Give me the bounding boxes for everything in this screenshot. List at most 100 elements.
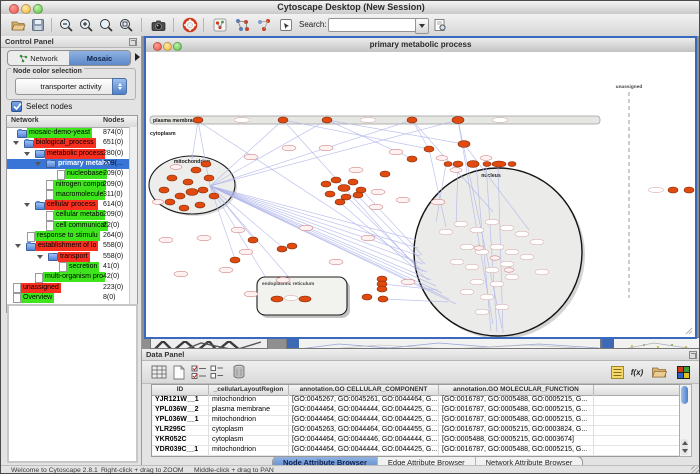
cell-molecular-function[interactable]: [GO:0016787, GO:0005488, GO:0005215, G..…: [439, 415, 594, 425]
tab-overflow-arrow-icon[interactable]: [135, 53, 140, 61]
delete-attribute-icon[interactable]: [230, 363, 248, 381]
zoom-out-icon[interactable]: [57, 16, 75, 34]
tree-row[interactable]: transport 558(0): [7, 252, 137, 262]
new-attribute-icon[interactable]: [170, 363, 188, 381]
attribute-matrix-icon[interactable]: [674, 363, 692, 381]
cell-id[interactable]: YKR052C: [152, 435, 209, 445]
column-header[interactable]: [594, 385, 679, 395]
cell-molecular-function[interactable]: [GO:0016787, GO:0005215, GO:0003824, G..…: [439, 425, 594, 435]
cell-region[interactable]: plasma membrane: [209, 405, 289, 415]
cell-molecular-function[interactable]: [GO:0016787, GO:0005488, GO:0005215, G..…: [439, 445, 594, 455]
tree-row[interactable]: multi-organism pro 42(0): [7, 272, 137, 282]
float-panel-icon[interactable]: [129, 38, 137, 46]
tree-row[interactable]: cellular process 614(0): [7, 200, 137, 210]
tree-col-network[interactable]: Network: [11, 117, 39, 124]
tree-row[interactable]: response to stimulu 264(0): [7, 231, 137, 241]
cell-id[interactable]: YPL036W__1: [152, 415, 209, 425]
unselect-attributes-icon[interactable]: [208, 363, 226, 381]
zoom-in-icon[interactable]: [77, 16, 95, 34]
tree-row[interactable]: cellular metabo 209(0): [7, 210, 137, 220]
window-resize-grip[interactable]: [691, 466, 700, 474]
network-view-titlebar[interactable]: primary metabolic process: [146, 38, 695, 53]
canvas-resize-grip[interactable]: [686, 328, 692, 334]
select-nodes-checkbox[interactable]: [11, 101, 22, 112]
disclosure-triangle-icon[interactable]: [13, 141, 19, 145]
cell-id[interactable]: YJR121W__1: [152, 395, 209, 405]
open-session-icon[interactable]: [9, 16, 27, 34]
tree-scrollbar[interactable]: [129, 127, 137, 312]
attribute-table-icon[interactable]: [150, 363, 168, 381]
destroy-view-icon[interactable]: [255, 16, 273, 34]
search-input[interactable]: [328, 18, 418, 32]
column-header[interactable]: ID: [152, 385, 209, 395]
help-lifebuoy-icon[interactable]: [181, 16, 199, 34]
column-header[interactable]: _cellularLayoutRegion: [209, 385, 289, 395]
cell-id[interactable]: YPL036W__2: [152, 405, 209, 415]
cell-id[interactable]: YLR295C: [152, 425, 209, 435]
tree-row[interactable]: unassigned 223(0): [7, 283, 137, 293]
scrollbar-thumb[interactable]: [681, 386, 688, 404]
snapshot-camera-icon[interactable]: [149, 16, 167, 34]
table-row[interactable]: YDR039C__1 mitochondrion [GO:0044464, GO…: [152, 445, 679, 456]
create-view-icon[interactable]: [233, 16, 251, 34]
tree-row-selected[interactable]: primary metabo 209(...: [7, 159, 137, 169]
network-canvas[interactable]: plasma membrane cytoplasm mitochondrion …: [146, 52, 695, 337]
float-panel-icon[interactable]: [689, 351, 697, 359]
cell-molecular-function[interactable]: [GO:0016787, GO:0005488, GO:0005215, G..…: [439, 405, 594, 415]
cell-id[interactable]: YDR039C__1: [152, 445, 209, 455]
table-scrollbar[interactable]: [679, 384, 692, 457]
function-builder-icon[interactable]: f(x): [628, 363, 646, 381]
tree-col-nodes[interactable]: Nodes: [103, 117, 124, 124]
select-attributes-icon[interactable]: [190, 363, 208, 381]
cell-region[interactable]: cytoplasm: [209, 425, 289, 435]
disclosure-triangle-icon[interactable]: [15, 244, 21, 248]
tree-row[interactable]: secretion 41(0): [7, 262, 137, 272]
cell-region[interactable]: mitochondrion: [209, 445, 289, 455]
attribute-list-icon[interactable]: [608, 363, 626, 381]
tree-row[interactable]: mosaic-demo-yeast 874(0): [7, 128, 137, 138]
column-header[interactable]: annotation.GO CELLULAR_COMPONENT: [289, 385, 439, 395]
node-color-dropdown[interactable]: transporter activity: [15, 78, 127, 95]
scrollbar-arrows[interactable]: [681, 439, 688, 455]
nucleus-region[interactable]: [414, 168, 582, 336]
cell-cellular-component[interactable]: [GO:0044464, GO:0044444, GO:0044425, G..…: [289, 445, 439, 455]
column-header[interactable]: annotation.GO MOLECULAR_FUNCTION: [439, 385, 594, 395]
network-tree-header[interactable]: Network Nodes: [7, 116, 137, 128]
cell-region[interactable]: cytoplasm: [209, 435, 289, 445]
cell-region[interactable]: mitochondrion: [209, 415, 289, 425]
cell-cellular-component[interactable]: [GO:0045263, GO:0044464, GO:0044455, G..…: [289, 425, 439, 435]
disclosure-triangle-icon[interactable]: [37, 255, 43, 259]
scroll-down-icon[interactable]: [682, 449, 688, 453]
tree-row[interactable]: nucleobase- 209(0): [7, 169, 137, 179]
cell-molecular-function[interactable]: [GO:0005488, GO:0005215, GO:0003674]: [439, 435, 594, 445]
network-graph[interactable]: plasma membrane cytoplasm mitochondrion …: [146, 52, 695, 337]
save-session-icon[interactable]: [29, 16, 47, 34]
tree-row[interactable]: Overview 8(0): [7, 293, 137, 303]
search-dropdown-button[interactable]: [415, 18, 429, 34]
disclosure-triangle-icon[interactable]: [24, 152, 30, 156]
cell-cellular-component[interactable]: [GO:0044464, GO:0044444, GO:0044425, G..…: [289, 405, 439, 415]
tab-network[interactable]: Network: [8, 51, 69, 65]
vizmapper-icon[interactable]: [211, 16, 229, 34]
tree-row[interactable]: nitrogen compo 209(0): [7, 180, 137, 190]
tree-row[interactable]: cell communicat 22(0): [7, 221, 137, 231]
zoom-selected-icon[interactable]: [97, 16, 115, 34]
disclosure-triangle-icon[interactable]: [24, 203, 30, 207]
cell-cellular-component[interactable]: [GO:0044464, GO:0044444, GO:0044425, G..…: [289, 415, 439, 425]
cell-cellular-component[interactable]: [GO:0045267, GO:0045261, GO:0044464, G..…: [289, 395, 439, 405]
tree-row[interactable]: metabolic process 280(0): [7, 149, 137, 159]
import-attributes-icon[interactable]: [650, 363, 668, 381]
annotation-icon[interactable]: [277, 16, 295, 34]
scroll-up-icon[interactable]: [682, 441, 688, 445]
cell-molecular-function[interactable]: [GO:0016787, GO:0005488, GO:0005215, G..…: [439, 395, 594, 405]
search-options-icon[interactable]: [431, 16, 449, 34]
disclosure-triangle-icon[interactable]: [35, 162, 41, 166]
tree-row[interactable]: macromolecule 311(0): [7, 190, 137, 200]
zoom-fit-icon[interactable]: [117, 16, 135, 34]
tree-row[interactable]: establishment of lo 558(0): [7, 241, 137, 251]
cell-cellular-component[interactable]: [GO:0044464, GO:0044446, GO:0044444, G..…: [289, 435, 439, 445]
birds-eye-view-panel[interactable]: [7, 304, 138, 463]
tree-row[interactable]: biological_process 651(0): [7, 138, 137, 148]
tab-mosaic[interactable]: Mosaic: [69, 51, 130, 65]
cell-region[interactable]: mitochondrion: [209, 395, 289, 405]
